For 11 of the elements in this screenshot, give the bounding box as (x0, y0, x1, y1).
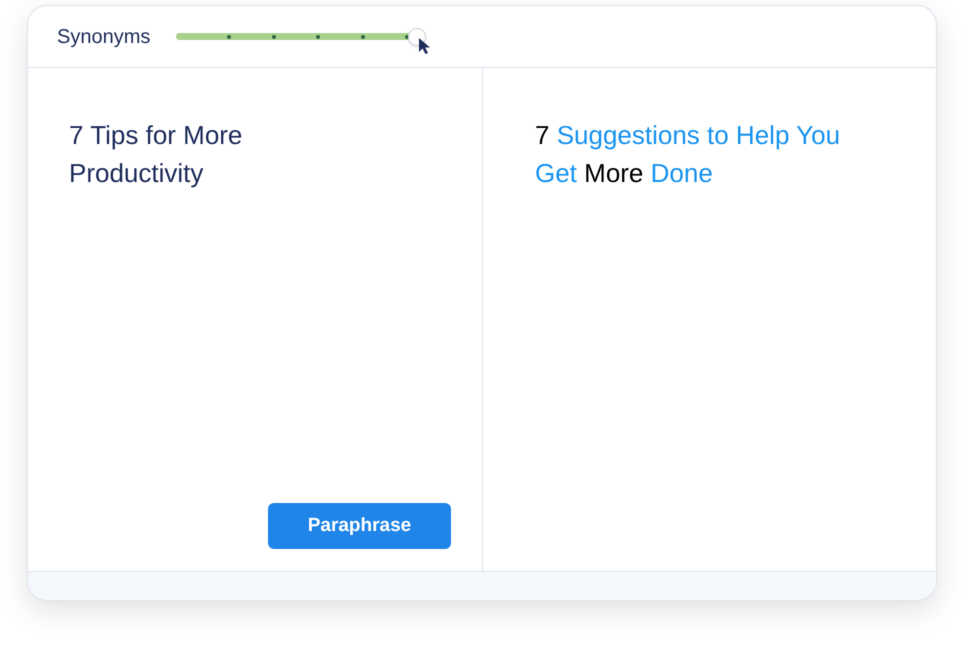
synonyms-label: Synonyms (57, 24, 150, 50)
slider-thumb[interactable] (408, 28, 426, 46)
cursor-icon (418, 36, 432, 54)
slider-tick (272, 34, 276, 38)
slider-tick (316, 34, 320, 38)
slider-tick (227, 34, 232, 38)
slider-tick (404, 34, 409, 38)
output-text: 7 Suggestions to Help You Get More Done (535, 119, 842, 190)
paraphrase-button[interactable]: Paraphrase (268, 503, 451, 549)
input-text: 7 Tips for More Productivity (69, 119, 244, 190)
slider-tick (360, 34, 365, 38)
